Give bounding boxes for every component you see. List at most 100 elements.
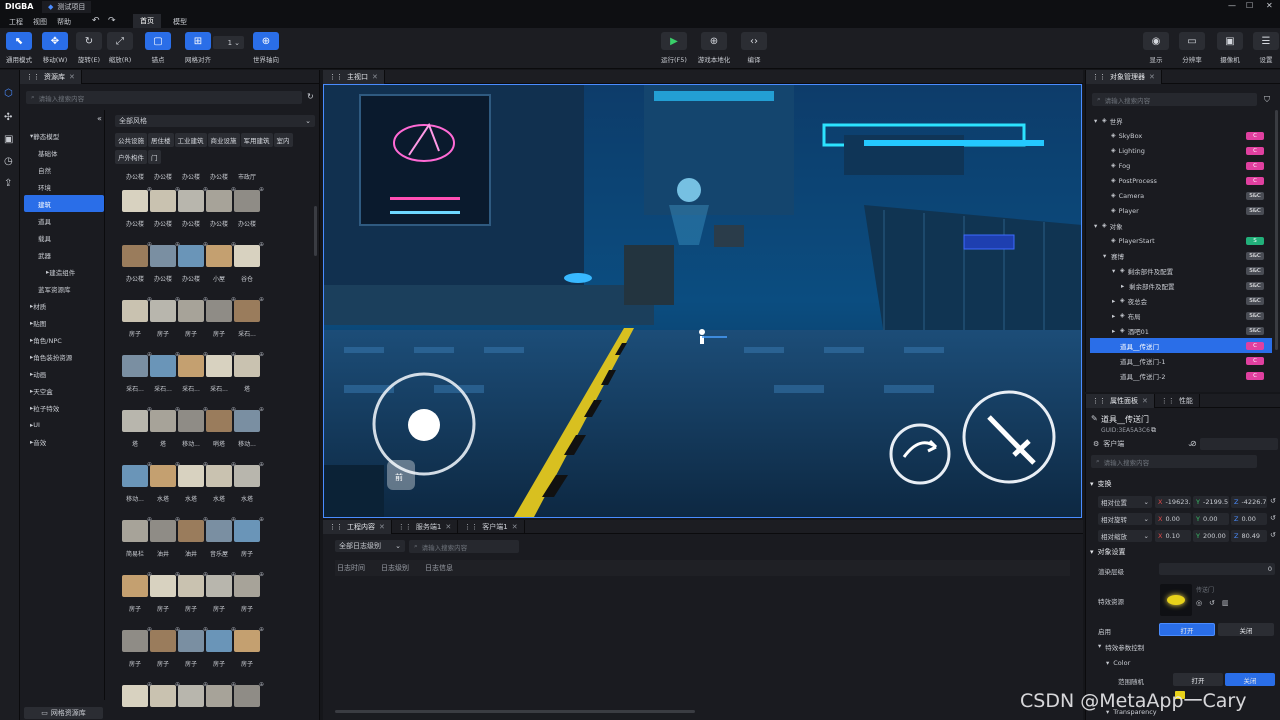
filter-chip[interactable]: 商业设施 [207, 133, 240, 147]
log-tab[interactable]: ⋮⋮ 客户端1 ✕ [458, 519, 525, 534]
object-row[interactable]: ◈ PlayerStart S [1090, 233, 1272, 248]
close-icon[interactable]: ✕ [372, 73, 378, 81]
category-item[interactable]: 载具 [24, 229, 104, 246]
object-row[interactable]: ▾ ◈ 世界 [1090, 113, 1272, 128]
zoom-icon[interactable]: ⊕ [259, 516, 264, 523]
grid-asset-library-button[interactable]: ▭ 网格资源库 [24, 707, 103, 719]
asset-tile[interactable]: 采石... ⊕ [232, 296, 264, 338]
asset-tile[interactable]: 房子 ⊕ [120, 571, 152, 613]
package-icon[interactable]: ▣ [4, 134, 13, 145]
maximize-button[interactable]: ☐ [1246, 1, 1253, 10]
category-item[interactable]: 环境 [24, 178, 104, 195]
zoom-icon[interactable]: ⊕ [259, 296, 264, 303]
close-icon[interactable]: ✕ [445, 523, 451, 531]
fx-control-header[interactable]: ▾ 特效参数控制 [1098, 642, 1144, 652]
toolbar-eye-button[interactable]: ◉ 显示 [1140, 32, 1172, 64]
toolbar-code-button[interactable]: ‹› 编译 [736, 32, 772, 64]
asset-tile[interactable]: ⊕ [148, 681, 180, 714]
asset-tile[interactable]: ⊕ [232, 681, 264, 714]
asset-tile[interactable]: 水塔 ⊕ [204, 461, 236, 503]
zoom-icon[interactable]: ⊕ [259, 406, 264, 413]
assets-icon[interactable]: ⬡ [4, 88, 13, 99]
history-icon[interactable]: ◷ [4, 156, 13, 167]
asset-tile[interactable]: 水塔 ⊕ [232, 461, 264, 503]
zoom-icon[interactable]: ⊕ [259, 241, 264, 248]
filter-chip[interactable]: 门 [148, 150, 161, 164]
zoom-icon[interactable]: ⊕ [259, 626, 264, 633]
reset-icon[interactable]: ↺ [1270, 497, 1276, 505]
objects-search-input[interactable]: ⌕ 请输入搜索内容 [1092, 93, 1257, 106]
asset-scrollbar[interactable] [314, 206, 317, 256]
category-item[interactable]: 武器 [24, 246, 104, 263]
menu-project[interactable]: 工程 [9, 17, 23, 27]
object-row[interactable]: ◈ Camera S&C [1090, 188, 1272, 203]
menu-help[interactable]: 帮助 [57, 17, 71, 27]
asset-tile[interactable]: 简易栏 ⊕ [120, 516, 152, 558]
asset-tile[interactable]: 塔 ⊕ [148, 406, 180, 448]
toolbar-globe-button[interactable]: ⊕ 游戏本地化 [696, 32, 732, 64]
transform-z-field[interactable]: Z -4226.7 [1231, 496, 1267, 508]
asset-tile[interactable]: 房子 ⊕ [176, 296, 208, 338]
asset-tile[interactable]: 采石... ⊕ [148, 351, 180, 393]
log-level-select[interactable]: 全部日志级别 ⌄ [335, 540, 405, 552]
asset-tile[interactable]: 水塔 ⊕ [176, 461, 208, 503]
transform-x-field[interactable]: X 0.10 [1155, 530, 1191, 542]
object-row[interactable]: ▸ ◈ 酒吧01 S&C [1090, 323, 1272, 338]
expand-icon[interactable]: ▸ [1112, 327, 1120, 335]
asset-tile[interactable]: 房子 ⊕ [148, 626, 180, 668]
object-row[interactable]: 道具__传送门-1 C [1090, 353, 1272, 368]
tab-properties[interactable]: ⋮⋮ 属性面板 ✕ [1086, 393, 1155, 408]
menu-view[interactable]: 视图 [33, 17, 47, 27]
object-row[interactable]: ▸ ◈ 布局 S&C [1090, 308, 1272, 323]
transform-y-field[interactable]: Y 200.00 [1193, 530, 1229, 542]
transform-z-field[interactable]: Z 0.00 [1231, 513, 1267, 525]
assets-search-input[interactable]: ⌕ 请输入搜索内容 [26, 91, 302, 104]
object-row[interactable]: 道具__传送门-2 C [1090, 368, 1272, 383]
asset-tile[interactable]: 采石... ⊕ [204, 351, 236, 393]
asset-tile[interactable]: 油井 ⊕ [148, 516, 180, 558]
filter-chip[interactable]: 室内 [273, 133, 293, 147]
client-extra-field[interactable] [1200, 438, 1278, 450]
toolbar-world-axis-button[interactable]: ⊕ 世界轴向 [250, 32, 282, 64]
asset-tile[interactable]: 塔 ⊕ [232, 351, 264, 393]
objects-scrollbar[interactable] [1275, 110, 1278, 350]
object-row[interactable]: ◈ PostProcess C [1090, 173, 1272, 188]
zoom-icon[interactable]: ⊕ [259, 186, 264, 193]
tab-performance[interactable]: ⋮⋮ 性能 [1155, 393, 1200, 408]
asset-tile[interactable]: 房子 ⊕ [204, 296, 236, 338]
style-select[interactable]: 全部风格 ⌄ [115, 115, 315, 127]
tab-model[interactable]: 模型 [173, 17, 187, 27]
asset-tile[interactable]: 移动... ⊕ [176, 406, 208, 448]
transform-mode-select[interactable]: 相对旋转 ⌄ [1098, 513, 1152, 525]
object-row[interactable]: ▸ ◈ 夜总会 S&C [1090, 293, 1272, 308]
expand-icon[interactable]: ▾ [1112, 267, 1120, 275]
copy-icon[interactable]: ⧉ [1151, 426, 1156, 435]
transform-y-field[interactable]: Y -2199.5 [1193, 496, 1229, 508]
category-item[interactable]: 蓝军资源库 [24, 280, 104, 297]
category-item[interactable]: ▸ 粒子特效 [24, 399, 104, 416]
toolbar-settings-button[interactable]: ☰ 设置 [1250, 32, 1280, 64]
toolbar-rotate-button[interactable]: ↻ 旋转(E) [73, 32, 105, 64]
asset-tile[interactable]: 谷仓 ⊕ [232, 241, 264, 283]
asset-tile[interactable]: 塔 ⊕ [120, 406, 152, 448]
zoom-icon[interactable]: ⊕ [259, 351, 264, 358]
log-search-input[interactable]: ⌕ 请输入搜索内容 [409, 540, 519, 553]
reset-icon[interactable]: ↺ [1209, 599, 1215, 607]
reset-icon[interactable]: ↺ [1270, 514, 1276, 522]
asset-tile[interactable]: 移动... ⊕ [232, 406, 264, 448]
asset-tile[interactable]: 办公楼 ⊕ [120, 241, 152, 283]
object-settings-header[interactable]: ▾ 对象设置 [1090, 547, 1126, 557]
object-row[interactable]: ◈ Lighting C [1090, 143, 1272, 158]
object-row[interactable]: ▾ ◈ 剩余部件及配置 S&C [1090, 263, 1272, 278]
asset-tile[interactable]: 水塔 ⊕ [148, 461, 180, 503]
close-icon[interactable]: ✕ [379, 523, 385, 531]
range-on-button[interactable]: 打开 [1173, 673, 1223, 686]
asset-tile[interactable]: ⊕ [176, 681, 208, 714]
category-item[interactable]: ▸ 建造组件 [24, 263, 104, 280]
category-item[interactable]: 基础体 [24, 144, 104, 161]
category-item[interactable]: ▸ 角色装扮资源 [24, 348, 104, 365]
toolbar-play-button[interactable]: ▶ 运行(F5) [656, 32, 692, 64]
asset-tile[interactable]: 房子 ⊕ [232, 571, 264, 613]
category-item[interactable]: ▸ 角色/NPC [24, 331, 104, 348]
expand-icon[interactable]: ▾ [1094, 222, 1102, 230]
